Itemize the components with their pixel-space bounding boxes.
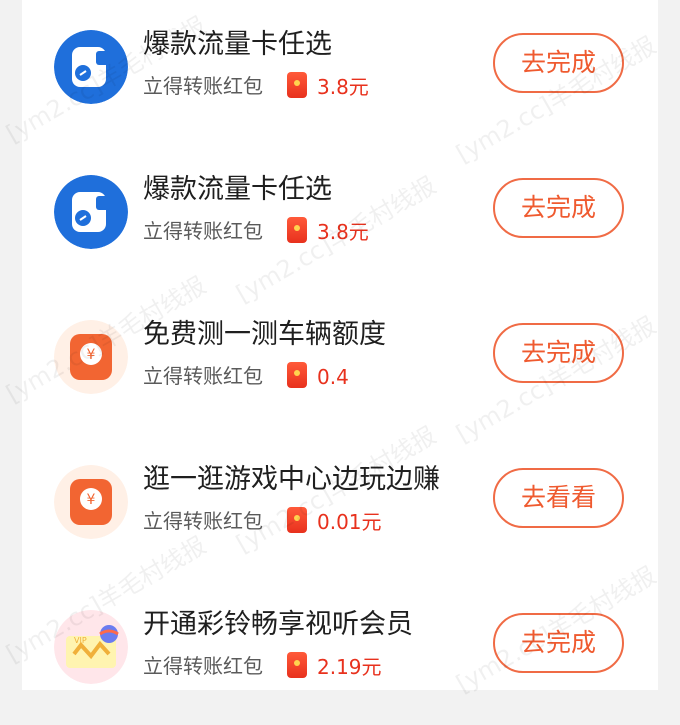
reward-amount: 0.4 [317, 365, 349, 389]
task-title: 免费测一测车辆额度 [143, 319, 386, 350]
svg-text:VIP: VIP [74, 636, 87, 645]
sim-card-icon [54, 175, 128, 249]
red-envelope-icon [287, 72, 307, 98]
reward-amount: 3.8元 [317, 75, 369, 99]
sim-card-icon [54, 30, 128, 104]
task-list: 爆款流量卡任选 立得转账红包 3.8元 去完成 爆款流量卡任选 立得转账红包 3… [1, 0, 661, 698]
task-action-button[interactable]: 去完成 [493, 323, 624, 383]
yuan-card-icon: ¥ [54, 320, 128, 394]
task-title: 逛一逛游戏中心边玩边赚 [143, 464, 440, 495]
task-title: 爆款流量卡任选 [143, 29, 332, 60]
task-title: 开通彩铃畅享视听会员 [143, 609, 413, 640]
red-envelope-icon [287, 507, 307, 533]
task-subtitle: 立得转账红包 [143, 654, 263, 678]
svg-text:¥: ¥ [87, 347, 96, 363]
task-subtitle: 立得转账红包 [143, 219, 263, 243]
task-action-button[interactable]: 去完成 [493, 178, 624, 238]
reward-amount: 0.01元 [317, 510, 382, 534]
reward-amount: 3.8元 [317, 220, 369, 244]
task-title: 爆款流量卡任选 [143, 174, 332, 205]
red-envelope-icon [287, 652, 307, 678]
task-subtitle: 立得转账红包 [143, 74, 263, 98]
task-subtitle: 立得转账红包 [143, 364, 263, 388]
task-subtitle: 立得转账红包 [143, 509, 263, 533]
yuan-card-icon: ¥ [54, 465, 128, 539]
task-item: ¥ 逛一逛游戏中心边玩边赚 立得转账红包 0.01元 去看看 [22, 435, 658, 580]
task-item: VIP 开通彩铃畅享视听会员 立得转账红包 2.19元 去完成 [22, 580, 658, 725]
task-item: ¥ 免费测一测车辆额度 立得转账红包 0.4 去完成 [22, 290, 658, 435]
svg-text:¥: ¥ [87, 492, 96, 508]
task-action-button[interactable]: 去看看 [493, 468, 624, 528]
task-action-button[interactable]: 去完成 [493, 33, 624, 93]
vip-card-icon: VIP [54, 610, 128, 684]
task-item: 爆款流量卡任选 立得转账红包 3.8元 去完成 [22, 145, 658, 290]
task-action-button[interactable]: 去完成 [493, 613, 624, 673]
red-envelope-icon [287, 217, 307, 243]
red-envelope-icon [287, 362, 307, 388]
task-item: 爆款流量卡任选 立得转账红包 3.8元 去完成 [22, 0, 658, 145]
reward-amount: 2.19元 [317, 655, 382, 679]
